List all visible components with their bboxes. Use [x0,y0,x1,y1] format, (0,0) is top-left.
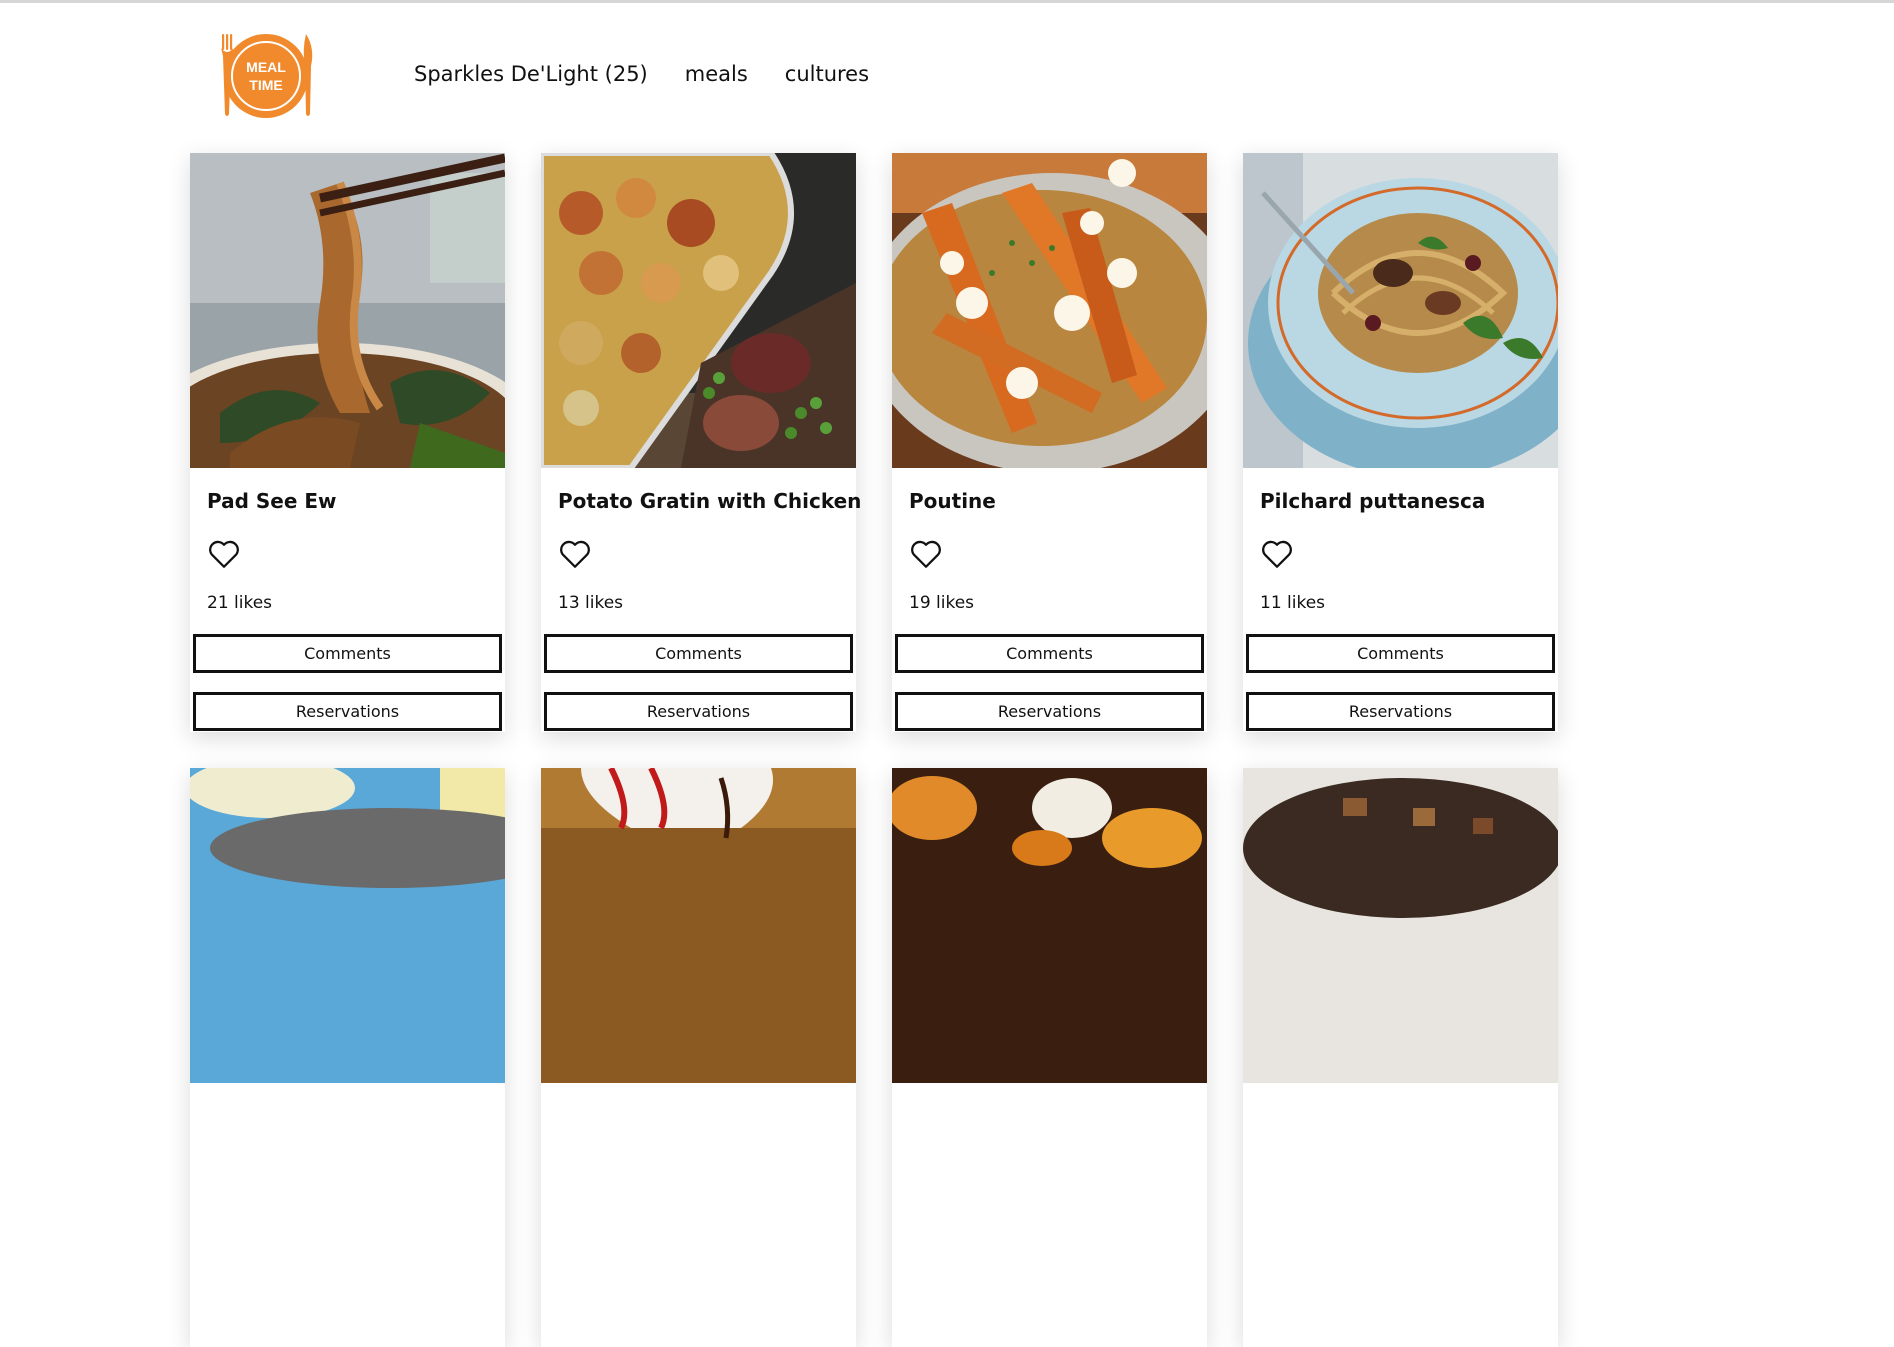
logo-text-meal: MEAL [246,59,286,75]
heart-outline-icon[interactable] [207,537,241,571]
like-count: 13 likes [558,593,624,613]
meal-card: Poutine 19 likes Comments Reservations [892,153,1207,732]
heart-outline-icon[interactable] [1260,537,1294,571]
comments-button[interactable]: Comments [544,634,853,673]
meal-card: Pad See Ew 21 likes Comments Reservation… [190,153,505,732]
reservations-button[interactable]: Reservations [193,692,502,731]
meal-image[interactable] [892,768,1207,1083]
browser-top-border [0,0,1894,3]
comments-button[interactable]: Comments [193,634,502,673]
like-count: 19 likes [909,593,975,613]
main-nav: Sparkles De'Light (25) meals cultures [414,62,869,86]
nav-item-cultures[interactable]: cultures [785,62,869,86]
like-count: 21 likes [207,593,273,613]
reservations-button[interactable]: Reservations [544,692,853,731]
meal-image[interactable] [1243,768,1558,1083]
meal-card [892,768,1207,1347]
meal-image[interactable] [892,153,1207,468]
heart-outline-icon[interactable] [909,537,943,571]
meals-grid: Pad See Ew 21 likes Comments Reservation… [190,153,1558,1347]
reservations-button[interactable]: Reservations [895,692,1204,731]
like-count: 11 likes [1260,593,1326,613]
meal-image[interactable] [541,768,856,1083]
nav-item-meals[interactable]: meals [685,62,748,86]
meal-card: Pilchard puttanesca 11 likes Comments Re… [1243,153,1558,732]
logo-text-time: TIME [249,77,282,93]
meal-time-logo[interactable]: MEAL TIME [216,30,316,122]
meal-title: Poutine [909,489,996,513]
meal-image[interactable] [1243,153,1558,468]
heart-outline-icon[interactable] [558,537,592,571]
meal-card: Potato Gratin with Chicken 13 likes Comm… [541,153,861,732]
meal-title: Pilchard puttanesca [1260,489,1486,513]
meal-image[interactable] [190,768,505,1083]
comments-button[interactable]: Comments [1246,634,1555,673]
nav-item-user[interactable]: Sparkles De'Light (25) [414,62,648,86]
meal-card [1243,768,1558,1347]
reservations-button[interactable]: Reservations [1246,692,1555,731]
meal-card [541,768,856,1347]
meal-card [190,768,505,1347]
comments-button[interactable]: Comments [895,634,1204,673]
meal-image[interactable] [190,153,505,468]
meal-title: Pad See Ew [207,489,337,513]
meal-image[interactable] [541,153,856,468]
meal-title: Potato Gratin with Chicken [558,489,862,513]
